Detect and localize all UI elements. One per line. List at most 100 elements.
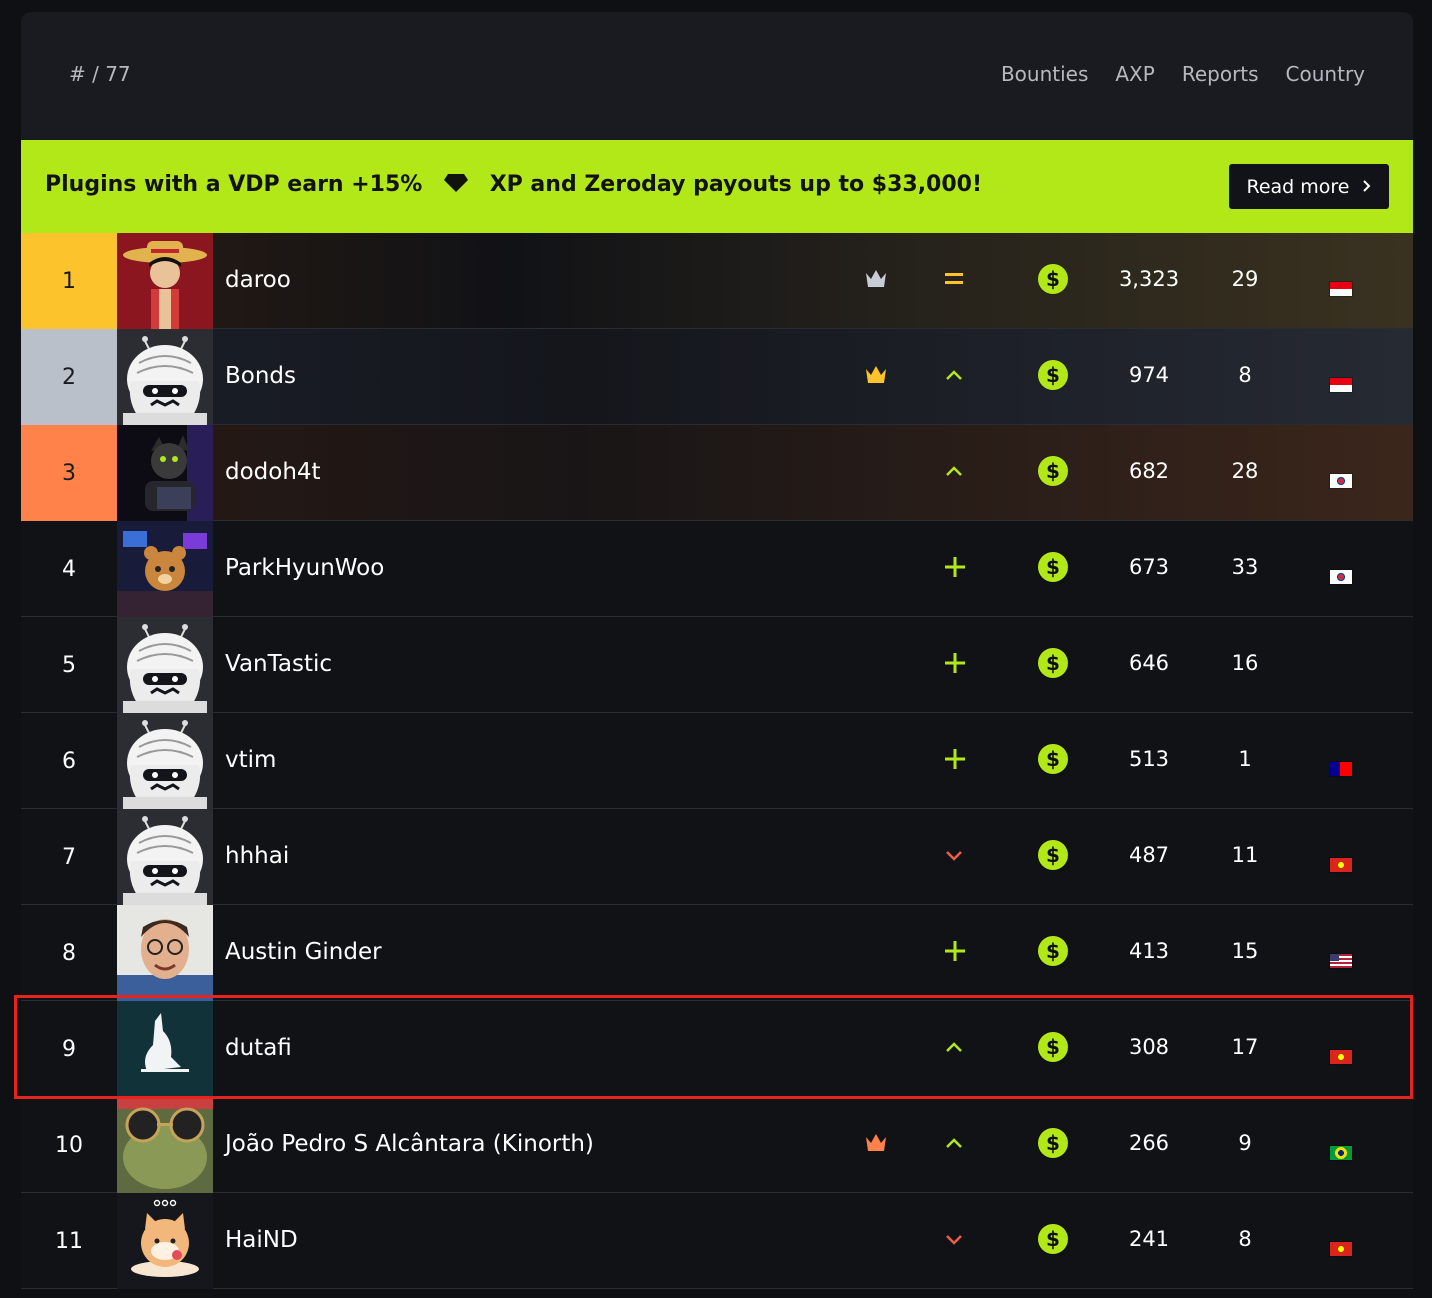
leaderboard-row[interactable]: 3 dodoh4t $682 28: [21, 425, 1413, 521]
points-value: 487: [1128, 843, 1170, 867]
vietnam-flag-icon: [1330, 1050, 1352, 1064]
points-value: 646: [1128, 651, 1170, 675]
bounty-dollar-icon: $: [1037, 647, 1069, 683]
username-link[interactable]: HaiND: [225, 1227, 298, 1253]
reports-count: 29: [1231, 267, 1259, 291]
tab-bounties[interactable]: Bounties: [1001, 62, 1088, 86]
leaderboard-row[interactable]: 8 Austin Ginder $413 15: [21, 905, 1413, 1001]
chevron-up-icon: [943, 1035, 965, 1063]
diamond-icon: [444, 173, 469, 198]
points-value: 3,323: [1118, 267, 1180, 291]
rank-cell: 1: [21, 233, 117, 329]
username-link[interactable]: vtim: [225, 747, 276, 773]
rank-cell: 11: [55, 1228, 83, 1254]
avatar[interactable]: [117, 233, 213, 329]
leaderboard-row[interactable]: 10 João Pedro S Alcântara (Kinorth) $266 9: [21, 1097, 1413, 1193]
avatar[interactable]: [117, 1001, 213, 1097]
svg-text:$: $: [1046, 651, 1060, 675]
avatar[interactable]: [117, 713, 213, 809]
username-link[interactable]: João Pedro S Alcântara (Kinorth): [225, 1131, 594, 1157]
rank-cell: 8: [62, 940, 76, 966]
username-link[interactable]: hhhai: [225, 843, 289, 869]
avatar[interactable]: [117, 1193, 213, 1289]
points-value: 974: [1128, 363, 1170, 387]
points-value: 673: [1128, 555, 1170, 579]
taiwan-flag-icon: [1330, 762, 1352, 776]
leaderboard-row[interactable]: 11 HaiND $241 8: [21, 1193, 1413, 1289]
reports-count: 1: [1238, 747, 1252, 771]
plus-icon: [943, 939, 967, 967]
bounty-dollar-icon: $: [1037, 743, 1069, 779]
bronze-crown-icon: [865, 1133, 887, 1157]
avatar[interactable]: [117, 617, 213, 713]
banner-text: Plugins with a VDP earn +15% XP and Zero…: [45, 172, 982, 198]
banner-text-right: XP and Zeroday payouts up to $33,000!: [489, 172, 983, 197]
tab-axp[interactable]: AXP: [1115, 62, 1154, 86]
svg-text:$: $: [1046, 267, 1060, 291]
username-link[interactable]: Bonds: [225, 363, 296, 389]
chevron-down-icon: [943, 843, 965, 871]
tab-bar: Bounties AXP Reports Country: [1001, 62, 1365, 86]
south-korea-flag-icon: [1330, 474, 1352, 488]
username-link[interactable]: Austin Ginder: [225, 939, 382, 965]
username-link[interactable]: VanTastic: [225, 651, 332, 677]
tab-country[interactable]: Country: [1286, 62, 1365, 86]
chevron-up-icon: [943, 1131, 965, 1159]
leaderboard-row[interactable]: 9 dutafi $308 17: [21, 1001, 1413, 1097]
leaderboard-header: # / 77 Bounties AXP Reports Country: [21, 12, 1413, 140]
rank-cell: 2: [21, 329, 117, 425]
reports-count: 16: [1231, 651, 1259, 675]
indonesia-flag-icon: [1330, 378, 1352, 392]
reports-count: 11: [1231, 843, 1259, 867]
username-link[interactable]: daroo: [225, 267, 291, 293]
chevron-down-icon: [943, 1227, 965, 1255]
plus-icon: [943, 555, 967, 583]
banner-text-left: Plugins with a VDP earn +15%: [45, 172, 423, 197]
username-link[interactable]: dutafi: [225, 1035, 292, 1061]
tab-reports[interactable]: Reports: [1182, 62, 1259, 86]
leaderboard-row[interactable]: 6 vtim $513 1: [21, 713, 1413, 809]
rank-cell: 9: [62, 1036, 76, 1062]
chevron-right-icon: [1362, 176, 1372, 198]
rank-cell: 6: [62, 748, 76, 774]
svg-text:$: $: [1046, 459, 1060, 483]
rank-cell: 5: [62, 652, 76, 678]
avatar[interactable]: [117, 1097, 213, 1193]
bounty-dollar-icon: $: [1037, 551, 1069, 587]
bounty-dollar-icon: $: [1037, 1031, 1069, 1067]
svg-text:$: $: [1046, 1227, 1060, 1251]
points-value: 241: [1128, 1227, 1170, 1251]
svg-text:$: $: [1046, 555, 1060, 579]
bounty-dollar-icon: $: [1037, 839, 1069, 875]
svg-text:$: $: [1046, 843, 1060, 867]
svg-text:$: $: [1046, 1035, 1060, 1059]
avatar[interactable]: [117, 521, 213, 617]
username-link[interactable]: ParkHyunWoo: [225, 555, 384, 581]
avatar[interactable]: [117, 329, 213, 425]
usa-flag-icon: [1330, 954, 1352, 968]
avatar[interactable]: [117, 425, 213, 521]
read-more-label: Read more: [1246, 175, 1350, 198]
username-link[interactable]: dodoh4t: [225, 459, 321, 485]
svg-text:$: $: [1046, 747, 1060, 771]
read-more-button[interactable]: Read more: [1229, 164, 1389, 209]
leaderboard-row[interactable]: 2 Bonds $974 8: [21, 329, 1413, 425]
svg-text:$: $: [1046, 939, 1060, 963]
points-value: 266: [1128, 1131, 1170, 1155]
vietnam-flag-icon: [1330, 1242, 1352, 1256]
leaderboard-row[interactable]: 1 daroo $3,323 29: [21, 233, 1413, 329]
bounty-dollar-icon: $: [1037, 1223, 1069, 1259]
promo-banner: Plugins with a VDP earn +15% XP and Zero…: [21, 140, 1413, 233]
chevron-up-icon: [943, 459, 965, 487]
rank-cell: 10: [55, 1132, 83, 1158]
chevron-up-icon: [943, 363, 965, 391]
leaderboard-row[interactable]: 7 hhhai $487 11: [21, 809, 1413, 905]
leaderboard-row[interactable]: 5 VanTastic $646 16: [21, 617, 1413, 713]
rank-label: # / 77: [69, 62, 131, 86]
avatar[interactable]: [117, 809, 213, 905]
points-value: 682: [1128, 459, 1170, 483]
vietnam-flag-icon: [1330, 858, 1352, 872]
avatar[interactable]: [117, 905, 213, 1001]
reports-count: 33: [1231, 555, 1259, 579]
leaderboard-row[interactable]: 4 ParkHyunWoo $673 33: [21, 521, 1413, 617]
